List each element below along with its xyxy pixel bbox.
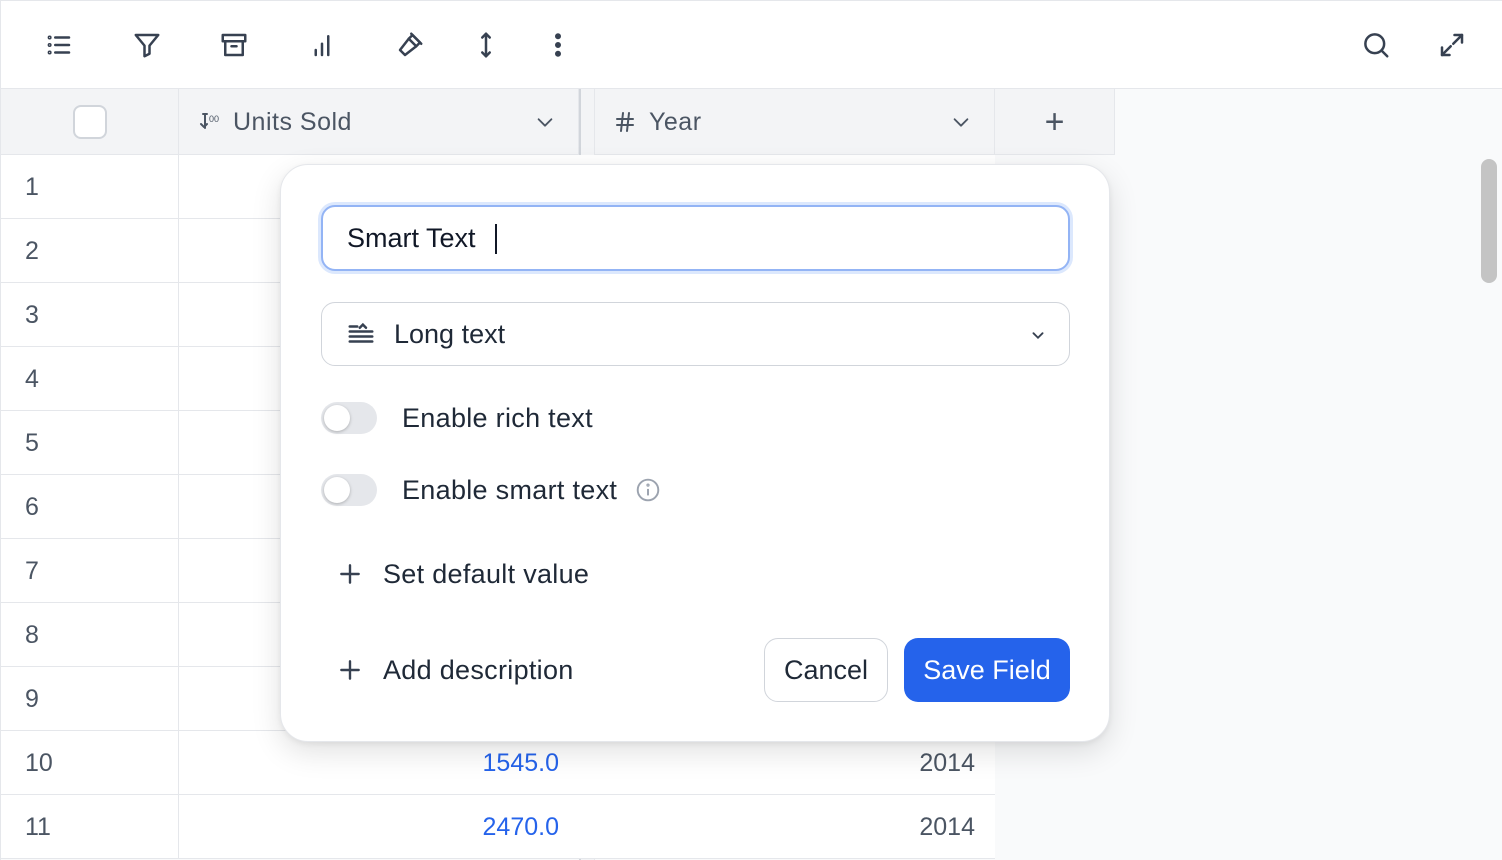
table-row[interactable]: 11 2470.0 2014 (1, 795, 995, 859)
toggle-knob (324, 477, 350, 503)
row-number: 11 (25, 813, 51, 841)
rich-text-toggle-row: Enable rich text (321, 398, 593, 438)
select-all-cell (1, 89, 179, 155)
save-field-button[interactable]: Save Field (904, 638, 1070, 702)
header-row: 00 Units Sold Year + (1, 89, 1115, 155)
column-header-label: Year (649, 107, 702, 136)
cancel-button[interactable]: Cancel (764, 638, 888, 702)
row-number: 4 (25, 365, 39, 393)
bar-chart-icon[interactable] (304, 27, 340, 63)
rich-text-toggle[interactable] (321, 402, 377, 434)
rich-text-label: Enable rich text (402, 402, 593, 433)
field-config-dialog: Long text Enable rich text Enable smart … (280, 164, 1110, 742)
add-description-label: Add description (383, 654, 574, 685)
row-number: 6 (25, 493, 39, 521)
row-number: 2 (25, 237, 39, 265)
row-height-icon[interactable] (468, 27, 504, 63)
toggle-knob (324, 405, 350, 431)
add-description-button[interactable]: Add description (337, 650, 574, 690)
column-header-label: Units Sold (233, 107, 352, 136)
search-icon[interactable] (1358, 27, 1394, 63)
select-all-checkbox[interactable] (72, 105, 107, 139)
field-type-label: Long text (394, 318, 506, 349)
row-number: 5 (25, 429, 39, 457)
more-vertical-icon[interactable] (540, 27, 576, 63)
chevron-down-icon[interactable] (534, 111, 556, 133)
row-number: 3 (25, 301, 39, 329)
field-type-select[interactable]: Long text (321, 302, 1070, 366)
toolbar (1, 1, 1502, 89)
expand-icon[interactable] (1434, 27, 1470, 63)
formula-number-icon: 00 (197, 110, 221, 134)
app-window: 00 Units Sold Year + 1 2 3 4 5 6 7 8 9 1… (0, 0, 1502, 860)
row-number: 8 (25, 621, 39, 649)
plus-icon (340, 660, 360, 680)
text-caret (495, 224, 497, 254)
chevron-down-icon[interactable] (950, 111, 972, 133)
list-icon[interactable] (41, 27, 77, 63)
smart-text-label: Enable smart text (402, 474, 618, 505)
svg-text:00: 00 (209, 114, 219, 124)
add-column-button[interactable]: + (995, 89, 1115, 155)
column-header-units-sold[interactable]: 00 Units Sold (179, 89, 579, 155)
info-icon[interactable] (635, 477, 661, 503)
set-default-value-label: Set default value (383, 558, 590, 589)
archive-icon[interactable] (216, 27, 252, 63)
hash-icon (613, 110, 637, 134)
units-sold-cell[interactable]: 2470.0 (178, 795, 579, 859)
row-number: 9 (25, 685, 39, 713)
row-number: 10 (25, 749, 53, 777)
chevron-down-icon (1027, 324, 1049, 346)
plus-icon (340, 564, 360, 584)
row-number: 7 (25, 557, 39, 585)
row-number: 1 (25, 173, 39, 201)
plus-icon: + (1044, 102, 1065, 141)
set-default-value-button[interactable]: Set default value (337, 554, 589, 594)
column-header-year[interactable]: Year (595, 89, 995, 155)
hammer-icon[interactable] (392, 27, 428, 63)
smart-text-toggle-row: Enable smart text (321, 470, 661, 510)
field-name-input[interactable] (321, 205, 1070, 271)
smart-text-toggle[interactable] (321, 474, 377, 506)
long-text-icon (346, 319, 376, 349)
filter-icon[interactable] (129, 27, 165, 63)
vertical-scrollbar[interactable] (1481, 159, 1497, 283)
year-cell[interactable]: 2014 (595, 795, 995, 859)
